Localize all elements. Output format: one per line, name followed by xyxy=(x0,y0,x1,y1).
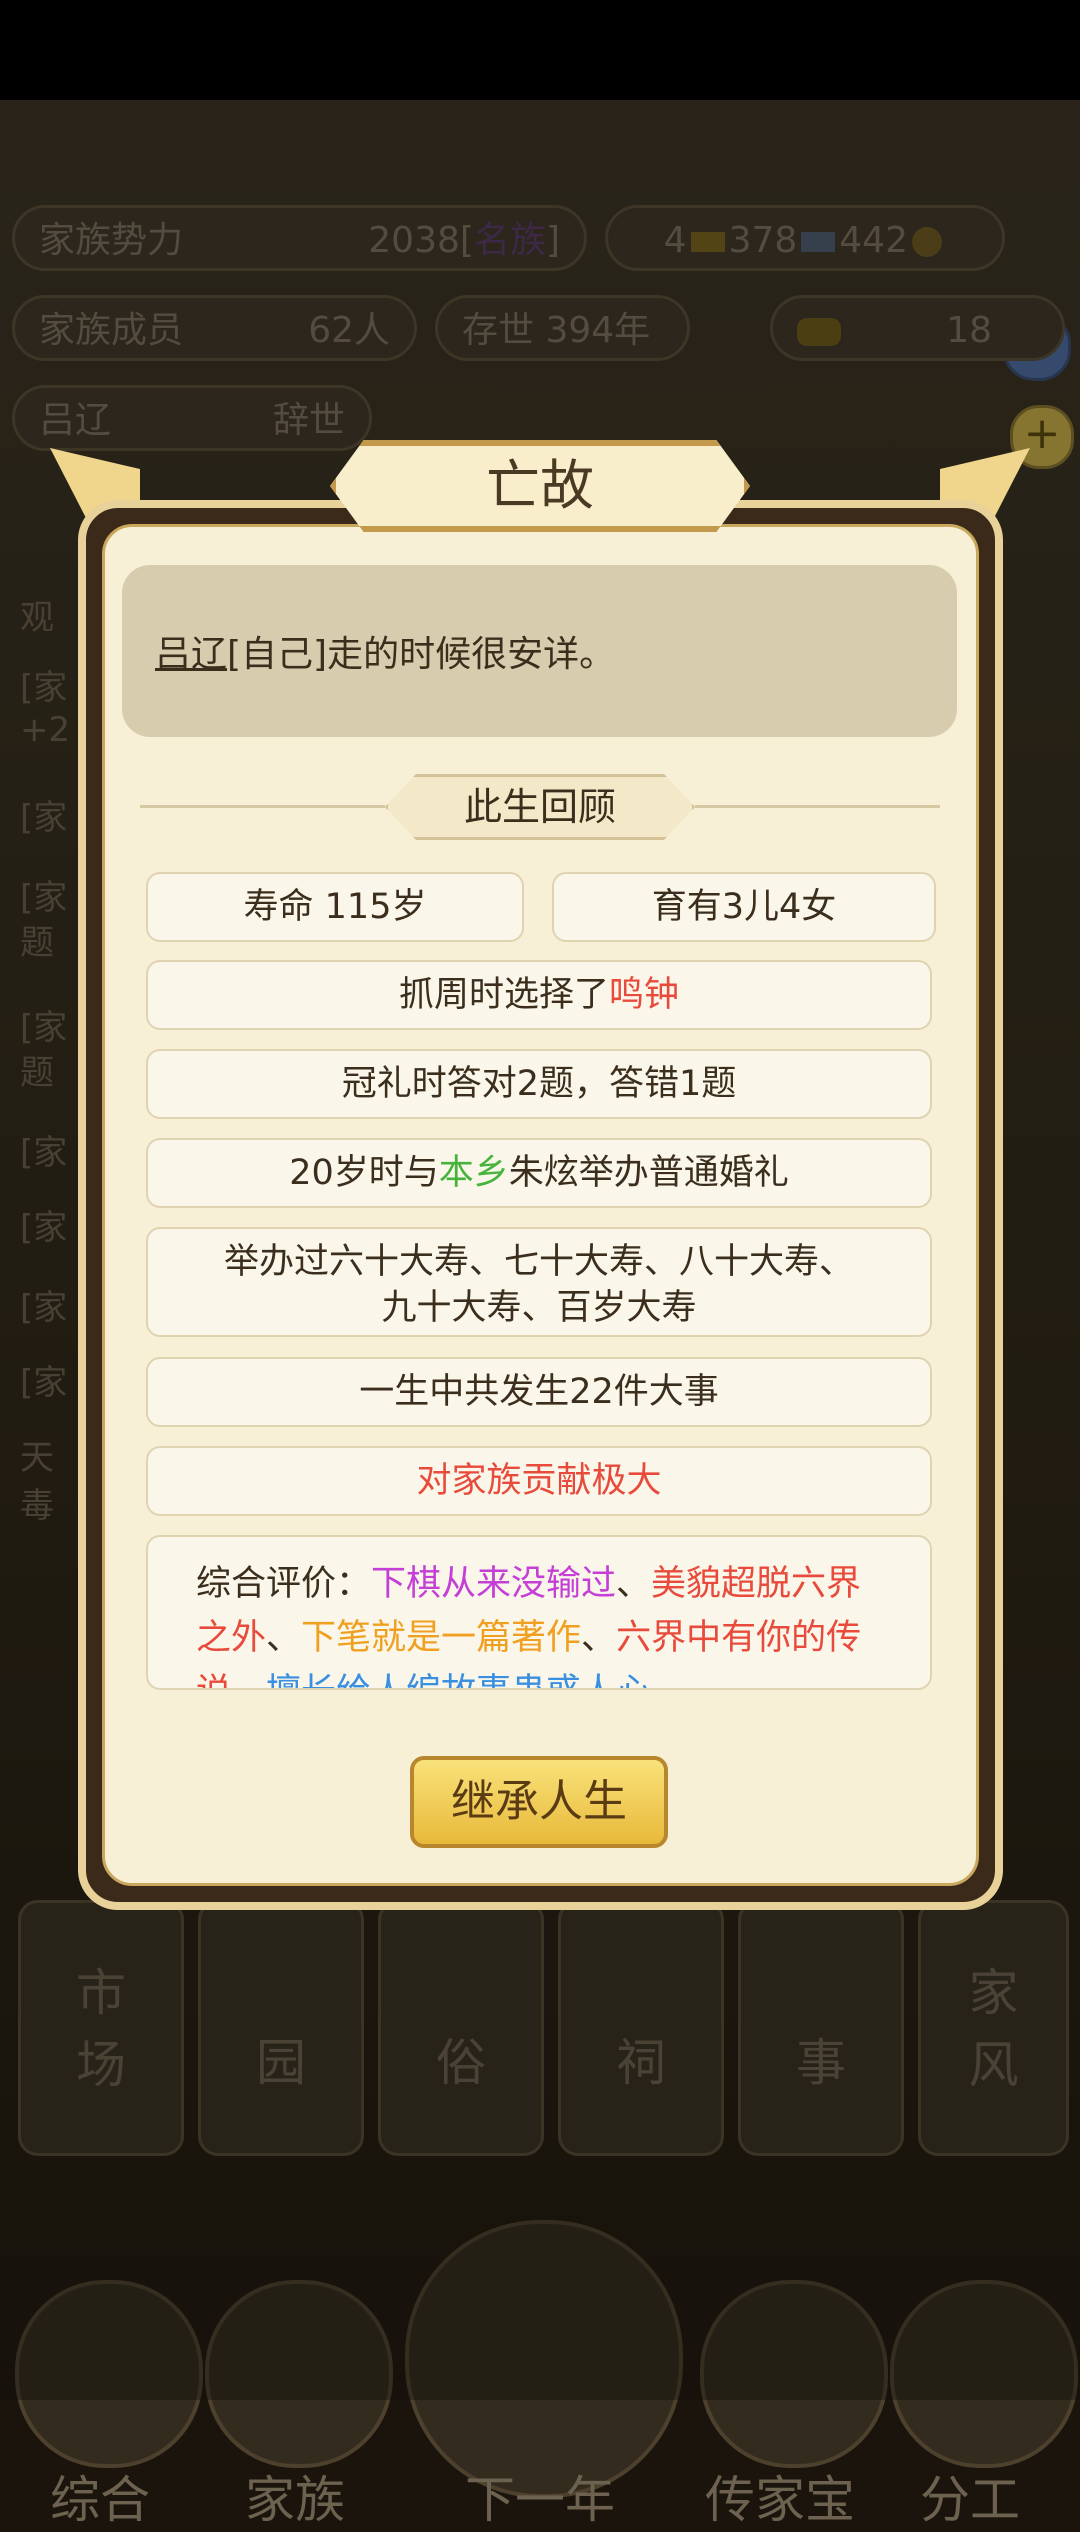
nav-label: 综合 xyxy=(50,2471,150,2529)
lifespan-text: 寿命 115岁 xyxy=(243,887,427,927)
section-title: 此生回顾 xyxy=(463,785,616,829)
eval-trait: 下笔就是一篇著作 xyxy=(301,1618,582,1658)
message-text: [自己]走的时候很安详。 xyxy=(227,634,616,675)
divider-left xyxy=(140,805,385,808)
evaluation-card[interactable]: 综合评价：下棋从来没输过、美貌超脱六界之外、下笔就是一篇著作、六界中有你的传说、… xyxy=(146,1535,932,1690)
nav-label: 家族 xyxy=(245,2471,345,2529)
dialog-title: 亡故 xyxy=(486,454,594,517)
nav-label: 分工 xyxy=(920,2471,1020,2529)
evaluation-text: 综合评价：下棋从来没输过、美貌超脱六界之外、下笔就是一篇著作、六界中有你的传说、… xyxy=(196,1557,896,1688)
inherit-life-button[interactable]: 继承人生 xyxy=(410,1756,668,1848)
events-text: 一生中共发生22件大事 xyxy=(359,1372,719,1412)
eval-label: 综合评价： xyxy=(196,1564,372,1604)
capping-card: 冠礼时答对2题，答错1题 xyxy=(146,1049,932,1119)
zhuazhou-card: 抓周时选择了鸣钟 xyxy=(146,960,932,1030)
birthdays-line-1: 举办过六十大寿、七十大寿、八十大寿、 xyxy=(223,1242,854,1282)
marriage-suffix: 朱炫举办普通婚礼 xyxy=(508,1153,789,1193)
divider-right xyxy=(695,805,940,808)
children-text: 育有3儿4女 xyxy=(651,887,837,927)
death-message: 吕辽[自己]走的时候很安详。 xyxy=(155,625,615,677)
marriage-card: 20岁时与本乡朱炫举办普通婚礼 xyxy=(146,1138,932,1208)
zhuazhou-item: 鸣钟 xyxy=(609,975,680,1015)
capping-text: 冠礼时答对2题，答错1题 xyxy=(341,1064,737,1104)
eval-sep: 、 xyxy=(231,1672,266,1688)
birthdays-card: 举办过六十大寿、七十大寿、八十大寿、 九十大寿、百岁大寿 xyxy=(146,1227,932,1337)
eval-sep: 、 xyxy=(616,1564,652,1604)
person-name-link[interactable]: 吕辽 xyxy=(155,634,227,675)
eval-trait: 下棋从来没输过 xyxy=(371,1564,617,1604)
nav-label: 下一年 xyxy=(465,2471,615,2529)
eval-sep: 、 xyxy=(266,1618,302,1658)
eval-sep: 、 xyxy=(581,1618,617,1658)
zhuazhou-text: 抓周时选择了 xyxy=(398,975,609,1015)
children-card: 育有3儿4女 xyxy=(552,872,936,942)
marriage-prefix: 20岁时与 xyxy=(289,1153,439,1193)
status-bar xyxy=(0,0,1080,100)
contribution-text: 对家族贡献极大 xyxy=(416,1461,662,1501)
eval-trait: 擅长给人编故事蛊惑人心 xyxy=(266,1672,651,1688)
lifespan-card: 寿命 115岁 xyxy=(146,872,524,942)
marriage-place: 本乡 xyxy=(438,1153,509,1193)
nav-label: 传家宝 xyxy=(705,2471,855,2529)
events-card: 一生中共发生22件大事 xyxy=(146,1357,932,1427)
birthdays-line-2: 九十大寿、百岁大寿 xyxy=(381,1288,697,1328)
inherit-life-label: 继承人生 xyxy=(451,1776,627,1827)
contribution-card: 对家族贡献极大 xyxy=(146,1446,932,1516)
